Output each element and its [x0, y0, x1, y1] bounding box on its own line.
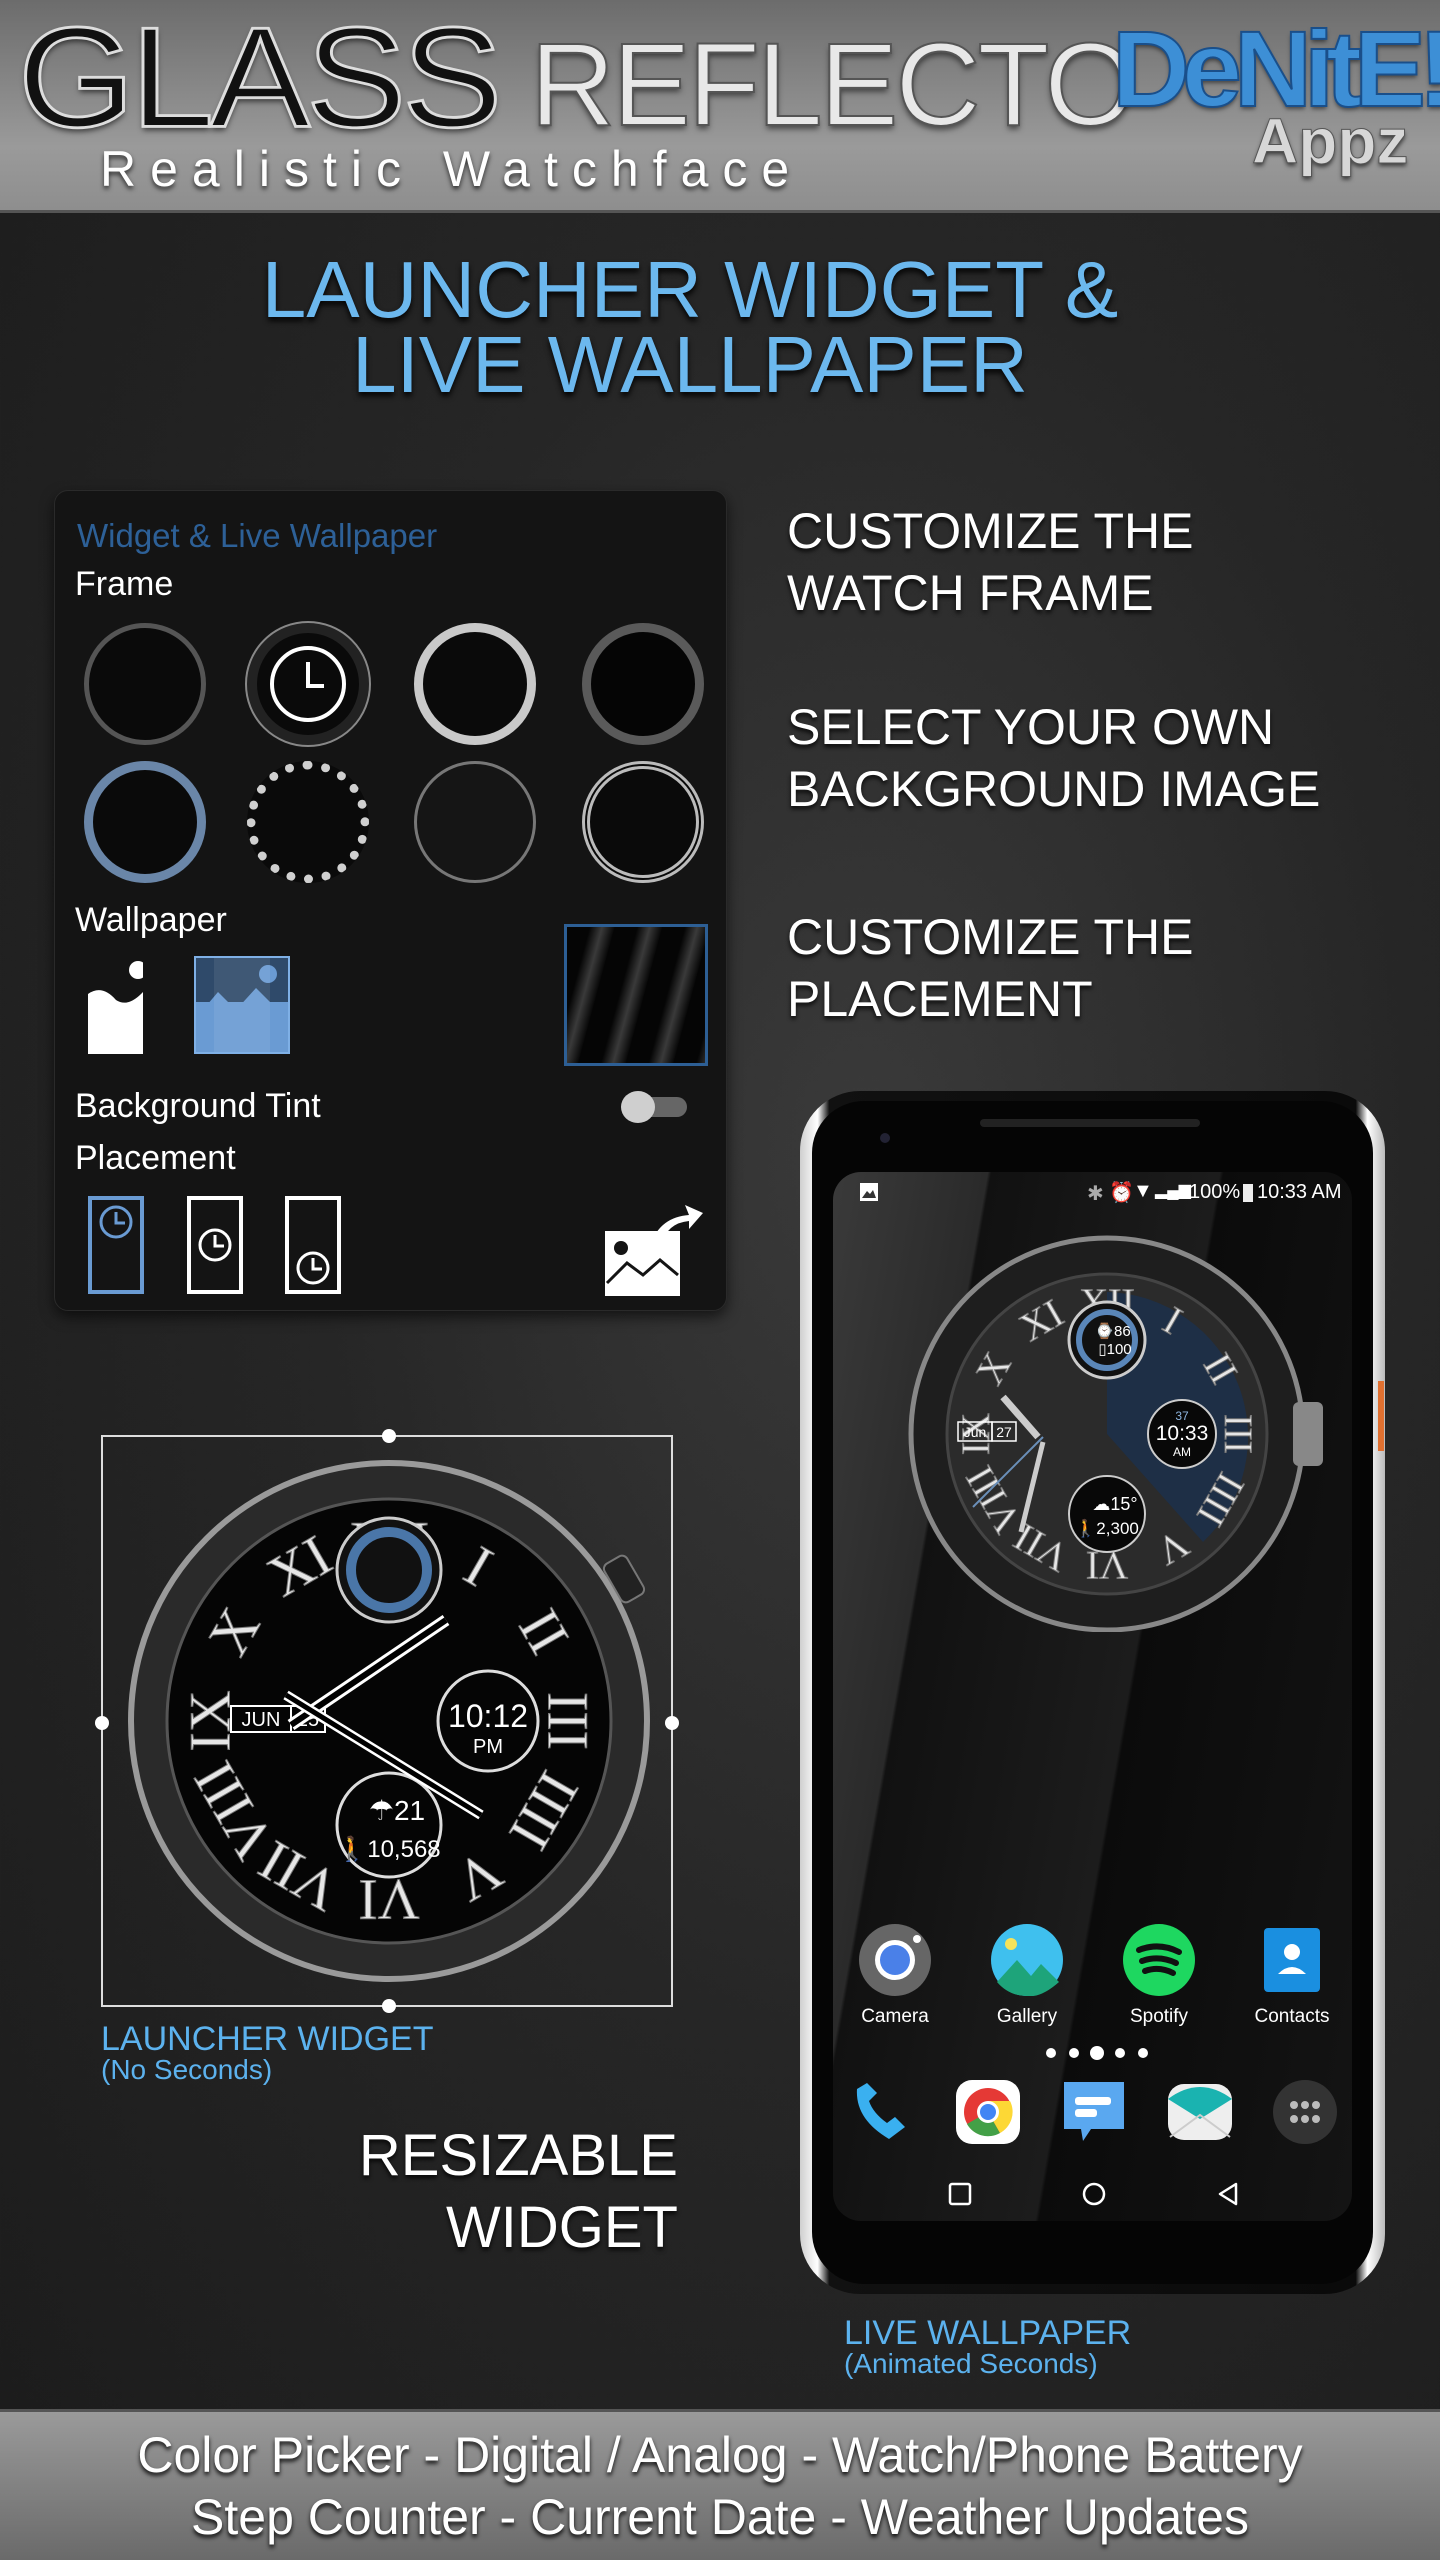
app-label: Spotify [1129, 2006, 1189, 2027]
frame-option-black-steel[interactable] [84, 623, 206, 745]
frame-option-silver[interactable] [414, 623, 536, 745]
frame-option-knurled-silver[interactable] [582, 761, 704, 883]
placement-middle-option[interactable] [187, 1196, 243, 1294]
phone-date-day: 27 [996, 1424, 1012, 1440]
hour-numeral: III [1216, 1414, 1261, 1454]
widget-watch-face: XIIIIIIIIIIIIVVIVIIVIIIIXXXI JUN 25 10:1… [128, 1460, 650, 1982]
feature-text: WATCH FRAME [787, 565, 1154, 621]
back-button[interactable] [1216, 2182, 1240, 2206]
widget-temperature: ☂21 [369, 1795, 425, 1826]
placement-top-option[interactable] [88, 1196, 144, 1294]
wallpaper-label: Wallpaper [75, 901, 227, 939]
phone-temperature: ☁15° [1092, 1494, 1137, 1514]
landscape-wallpaper-icon[interactable] [194, 956, 290, 1054]
feature-text: SELECT YOUR OWN [787, 699, 1275, 755]
gallery-notification-icon [860, 1183, 878, 1201]
widget-steps: 🚶10,568 [337, 1835, 440, 1863]
footer-line2: Step Counter - Current Date - Weather Up… [191, 2489, 1249, 2545]
set-wallpaper-icon[interactable] [605, 1203, 705, 1303]
footer-line1: Color Picker - Digital / Analog - Watch/… [137, 2427, 1303, 2483]
bluetooth-icon: ✱ [1087, 1183, 1104, 1205]
headline-line2: LIVE WALLPAPER [352, 320, 1028, 409]
background-tint-toggle[interactable] [621, 1091, 687, 1123]
alarm-icon: ⏰ [1109, 1182, 1134, 1204]
feature-text: CUSTOMIZE THE [787, 503, 1194, 559]
wallpaper-caption-sub: (Animated Seconds) [844, 2348, 1098, 2379]
page-indicator-dot[interactable] [1138, 2048, 1148, 2058]
settings-panel: Widget & Live Wallpaper Frame Wallpaper … [54, 490, 727, 1311]
live-wallpaper-watch: XIIIIIIIIIIIIVVIVIIVIIIIXXXI ⌚86 ▯100 Ju… [908, 1235, 1323, 1632]
wallpaper-preview[interactable] [564, 924, 708, 1066]
spotify-icon [1123, 1924, 1195, 1996]
frame-option-black-minimal[interactable] [414, 761, 536, 883]
brand-logo-sub: Appz [1251, 105, 1409, 178]
portrait-wallpaper-icon[interactable] [88, 956, 147, 1054]
widget-caption-sub: (No Seconds) [101, 2054, 273, 2085]
battery-percent: 100% [1189, 1181, 1241, 1203]
phone-date-month: Jun [964, 1424, 987, 1440]
footer-banner: Color Picker - Digital / Analog - Watch/… [0, 2409, 1440, 2560]
app-label: Contacts [1254, 2006, 1330, 2027]
wifi-icon: ▼ [1133, 1180, 1153, 1202]
feature-text: BACKGROUND IMAGE [787, 761, 1321, 817]
phone-ampm: AM [1173, 1445, 1191, 1459]
headline-line1: LAUNCHER WIDGET & [261, 245, 1119, 334]
chrome-icon[interactable] [955, 2079, 1021, 2145]
title-reflecto: REFLECTO [529, 19, 1137, 151]
feature-frame: CUSTOMIZE THE WATCH FRAME [787, 500, 1194, 624]
phone-steps: 🚶2,300 [1075, 1518, 1139, 1538]
feature-placement: CUSTOMIZE THE PLACEMENT [787, 906, 1194, 1030]
battery-icon [1243, 1184, 1253, 1202]
contacts-icon [1256, 1924, 1328, 1996]
tagline: Realistic Watchface [100, 141, 804, 197]
widget-ampm: PM [473, 1736, 503, 1758]
page-indicator-dot[interactable] [1090, 2046, 1104, 2060]
messages-icon[interactable] [1061, 2079, 1127, 2145]
background-tint-label: Background Tint [75, 1087, 321, 1125]
clock-icon [270, 646, 346, 722]
widget-digital-time: 10:12 [448, 1698, 528, 1734]
hour-numeral: III [536, 1692, 601, 1750]
page-indicator-dot[interactable] [1046, 2048, 1056, 2058]
frame-option-blue-steel[interactable] [84, 761, 206, 883]
email-icon[interactable] [1167, 2079, 1233, 2145]
feature-background: SELECT YOUR OWN BACKGROUND IMAGE [787, 696, 1320, 820]
resizable-line2: WIDGET [446, 2195, 678, 2260]
frame-option-diamond-silver[interactable] [247, 761, 369, 883]
home-button[interactable] [1082, 2182, 1106, 2206]
status-time: 10:33 AM [1257, 1181, 1342, 1203]
page-indicator-dot[interactable] [1115, 2048, 1125, 2058]
widget-date-month: JUN [242, 1709, 281, 1731]
signal-icon: ▂▄▆ [1155, 1182, 1191, 1199]
phone-icon[interactable] [849, 2079, 915, 2145]
feature-text: CUSTOMIZE THE [787, 909, 1194, 965]
phone-battery: ▯100 [1098, 1341, 1131, 1358]
recents-button[interactable] [948, 2182, 972, 2206]
phone-seconds: 37 [1175, 1409, 1189, 1423]
page-indicator-dot[interactable] [1069, 2048, 1079, 2058]
placement-bottom-option[interactable] [285, 1196, 341, 1294]
camera-icon [859, 1924, 931, 1996]
resizable-line1: RESIZABLE [358, 2123, 678, 2188]
app-label: Camera [861, 2006, 929, 2027]
title-glass: GLASS [16, 0, 503, 157]
placement-label: Placement [75, 1139, 236, 1177]
phone-screen: ✱ ⏰ ▼ ▂▄▆ 100% 10:33 AM XIIIIIIIIIIIIVVI… [833, 1172, 1352, 2221]
phone-digital-time: 10:33 [1156, 1422, 1209, 1445]
header-banner: GLASS REFLECTO Realistic Watchface DeNit… [0, 0, 1440, 213]
frame-option-dark-chrome[interactable] [582, 623, 704, 745]
frame-label: Frame [75, 565, 174, 603]
feature-text: PLACEMENT [787, 971, 1093, 1027]
gallery-icon [991, 1924, 1063, 1997]
hour-numeral: IX [177, 1690, 242, 1751]
panel-title: Widget & Live Wallpaper [77, 517, 438, 554]
watch-battery: ⌚86 [1095, 1322, 1130, 1340]
frame-option-black-bezel-selected[interactable] [245, 621, 371, 747]
app-label: Gallery [996, 2006, 1058, 2027]
app-drawer-icon[interactable] [1272, 2079, 1338, 2145]
